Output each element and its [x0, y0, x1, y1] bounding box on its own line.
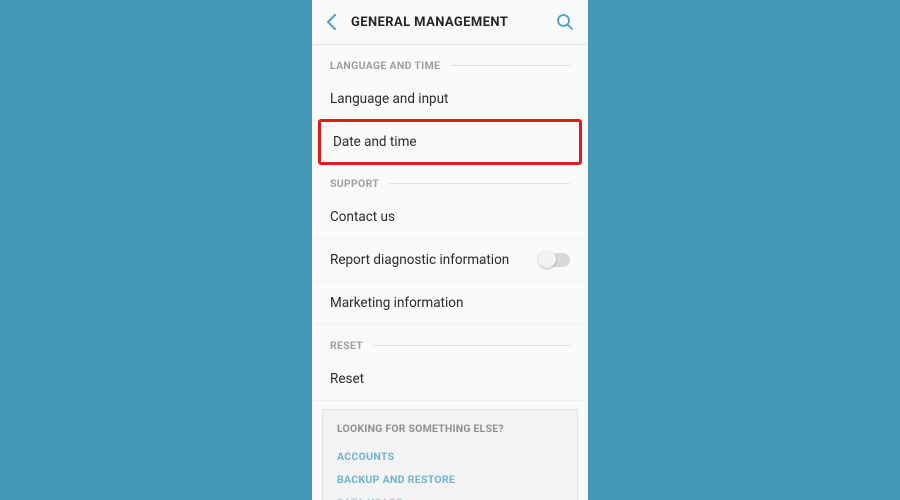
section-label: SUPPORT [330, 177, 379, 190]
section-header-reset: RESET [312, 325, 588, 358]
item-label: Language and input [330, 91, 448, 107]
item-date-time[interactable]: Date and time [318, 119, 582, 165]
back-icon[interactable] [326, 14, 337, 30]
footer-link-data-usage[interactable]: DATA USAGE [337, 491, 563, 500]
page-title: GENERAL MANAGEMENT [351, 15, 556, 30]
footer-title: LOOKING FOR SOMETHING ELSE? [337, 422, 563, 435]
app-header: GENERAL MANAGEMENT [312, 0, 588, 44]
footer-link-backup[interactable]: BACKUP AND RESTORE [337, 468, 563, 491]
item-label: Date and time [333, 134, 417, 150]
item-marketing-info[interactable]: Marketing information [312, 282, 588, 325]
item-label: Report diagnostic information [330, 252, 509, 268]
section-label: LANGUAGE AND TIME [330, 59, 440, 72]
section-header-support: SUPPORT [312, 163, 588, 196]
section-label: RESET [330, 339, 363, 352]
item-reset[interactable]: Reset [312, 358, 588, 401]
section-line [389, 183, 570, 184]
toggle-switch[interactable] [540, 253, 570, 267]
looking-for-card: LOOKING FOR SOMETHING ELSE? ACCOUNTS BAC… [322, 409, 578, 500]
item-label: Contact us [330, 209, 395, 225]
item-contact-us[interactable]: Contact us [312, 196, 588, 239]
search-icon[interactable] [556, 13, 574, 31]
section-line [373, 345, 570, 346]
item-language-input[interactable]: Language and input [312, 78, 588, 121]
footer-link-accounts[interactable]: ACCOUNTS [337, 445, 563, 468]
item-label: Marketing information [330, 295, 463, 311]
item-report-diagnostic[interactable]: Report diagnostic information [312, 239, 588, 282]
section-header-language-time: LANGUAGE AND TIME [312, 45, 588, 78]
section-line [450, 65, 570, 66]
settings-screen: GENERAL MANAGEMENT LANGUAGE AND TIME Lan… [312, 0, 588, 500]
item-label: Reset [330, 371, 364, 387]
